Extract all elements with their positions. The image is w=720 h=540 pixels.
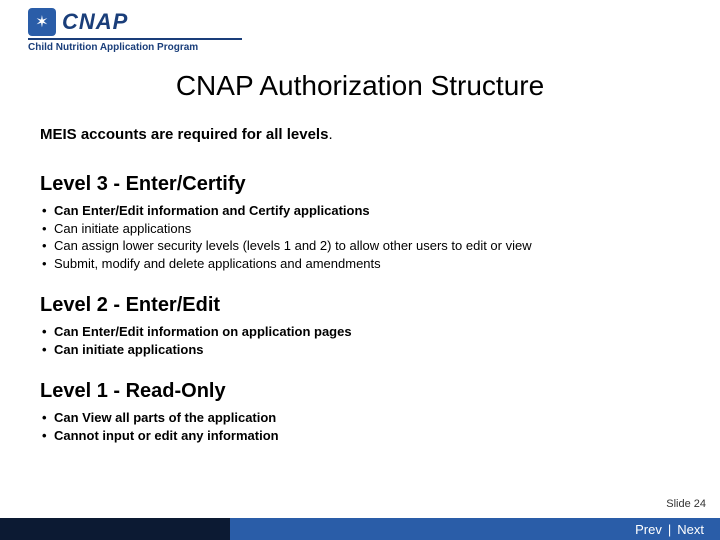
footer-nav: Prev | Next <box>230 518 720 540</box>
next-button[interactable]: Next <box>675 522 706 537</box>
list-item: Can Enter/Edit information on applicatio… <box>40 323 680 341</box>
bullet-list-level1: Can View all parts of the application Ca… <box>40 409 680 444</box>
section-heading-level1: Level 1 - Read-Only <box>40 380 680 403</box>
slide-title: CNAP Authorization Structure <box>0 70 720 102</box>
logo-acronym: CNAP <box>62 9 128 35</box>
logo: ✶ CNAP <box>28 8 128 36</box>
nav-separator: | <box>664 522 675 537</box>
logo-rule <box>28 38 242 40</box>
intro-text: MEIS accounts are required for all level… <box>40 126 680 143</box>
logo-subtitle: Child Nutrition Application Program <box>28 42 242 53</box>
list-item: Can View all parts of the application <box>40 409 680 427</box>
list-item: Can Enter/Edit information and Certify a… <box>40 202 680 220</box>
bullet-list-level3: Can Enter/Edit information and Certify a… <box>40 202 680 272</box>
star-icon: ✶ <box>28 8 56 36</box>
list-item: Can initiate applications <box>40 220 680 238</box>
bullet-list-level2: Can Enter/Edit information on applicatio… <box>40 323 680 358</box>
list-item: Cannot input or edit any information <box>40 427 680 445</box>
section-heading-level3: Level 3 - Enter/Certify <box>40 173 680 196</box>
content: MEIS accounts are required for all level… <box>40 126 680 466</box>
section-heading-level2: Level 2 - Enter/Edit <box>40 294 680 317</box>
footer-bar: Prev | Next <box>0 518 720 540</box>
list-item: Submit, modify and delete applications a… <box>40 255 680 273</box>
list-item: Can initiate applications <box>40 341 680 359</box>
intro-main: MEIS accounts are required for all level… <box>40 126 328 143</box>
prev-button[interactable]: Prev <box>633 522 664 537</box>
slide-number: Slide 24 <box>666 498 706 510</box>
logo-subtitle-wrap: Child Nutrition Application Program <box>28 38 242 53</box>
footer-dark-segment <box>0 518 230 540</box>
intro-period: . <box>328 126 332 143</box>
slide: ✶ CNAP Child Nutrition Application Progr… <box>0 0 720 540</box>
list-item: Can assign lower security levels (levels… <box>40 237 680 255</box>
